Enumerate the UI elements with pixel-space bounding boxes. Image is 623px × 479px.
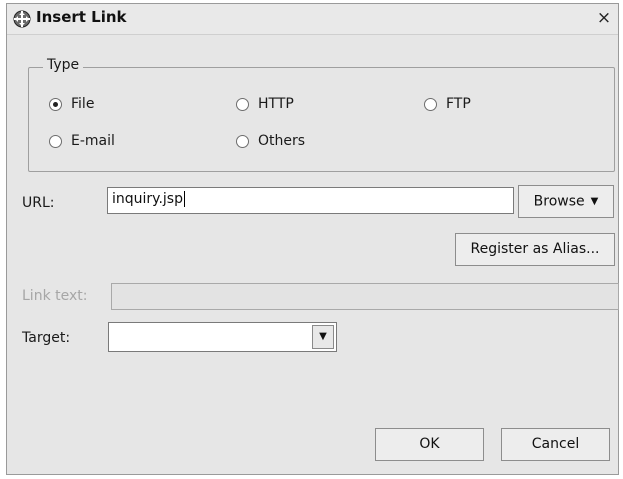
radio-indicator — [236, 97, 249, 111]
title-bar: Insert Link × — [7, 4, 618, 35]
dropdown-arrow-icon[interactable]: ▼ — [312, 325, 334, 349]
radio-email[interactable]: E-mail — [49, 133, 115, 149]
radio-indicator — [424, 97, 437, 111]
radio-label-file: File — [71, 96, 95, 112]
ok-button[interactable]: OK — [375, 428, 484, 461]
text-caret — [183, 191, 185, 207]
radio-http[interactable]: HTTP — [236, 96, 294, 112]
link-globe-icon — [13, 10, 31, 28]
radio-label-email: E-mail — [71, 133, 115, 149]
browse-label: Browse — [533, 193, 585, 210]
browse-button[interactable]: Browse ▼ — [518, 185, 614, 218]
target-label: Target: — [22, 330, 71, 346]
dialog-title: Insert Link — [36, 8, 127, 26]
type-group-legend: Type — [43, 57, 84, 73]
url-label: URL: — [22, 195, 55, 211]
cancel-button[interactable]: Cancel — [501, 428, 610, 461]
radio-indicator — [49, 134, 62, 148]
chevron-down-icon: ▼ — [590, 196, 599, 207]
close-button[interactable]: × — [594, 8, 614, 28]
radio-others[interactable]: Others — [236, 133, 305, 149]
url-value: inquiry.jsp — [112, 191, 183, 207]
radio-indicator — [49, 97, 62, 111]
link-text-label: Link text: — [22, 288, 88, 304]
radio-label-http: HTTP — [258, 96, 294, 112]
register-alias-button[interactable]: Register as Alias... — [455, 233, 615, 266]
link-text-input — [111, 283, 619, 310]
insert-link-dialog: Insert Link × Type File HTTP FTP E-mail … — [6, 3, 619, 475]
radio-label-others: Others — [258, 133, 306, 149]
type-group: Type File HTTP FTP E-mail Others — [28, 57, 615, 172]
radio-label-ftp: FTP — [446, 96, 471, 112]
radio-ftp[interactable]: FTP — [424, 96, 471, 112]
url-input[interactable]: inquiry.jsp — [107, 187, 514, 214]
target-select[interactable]: ▼ — [108, 322, 337, 352]
radio-file[interactable]: File — [49, 96, 94, 112]
radio-indicator — [236, 134, 249, 148]
